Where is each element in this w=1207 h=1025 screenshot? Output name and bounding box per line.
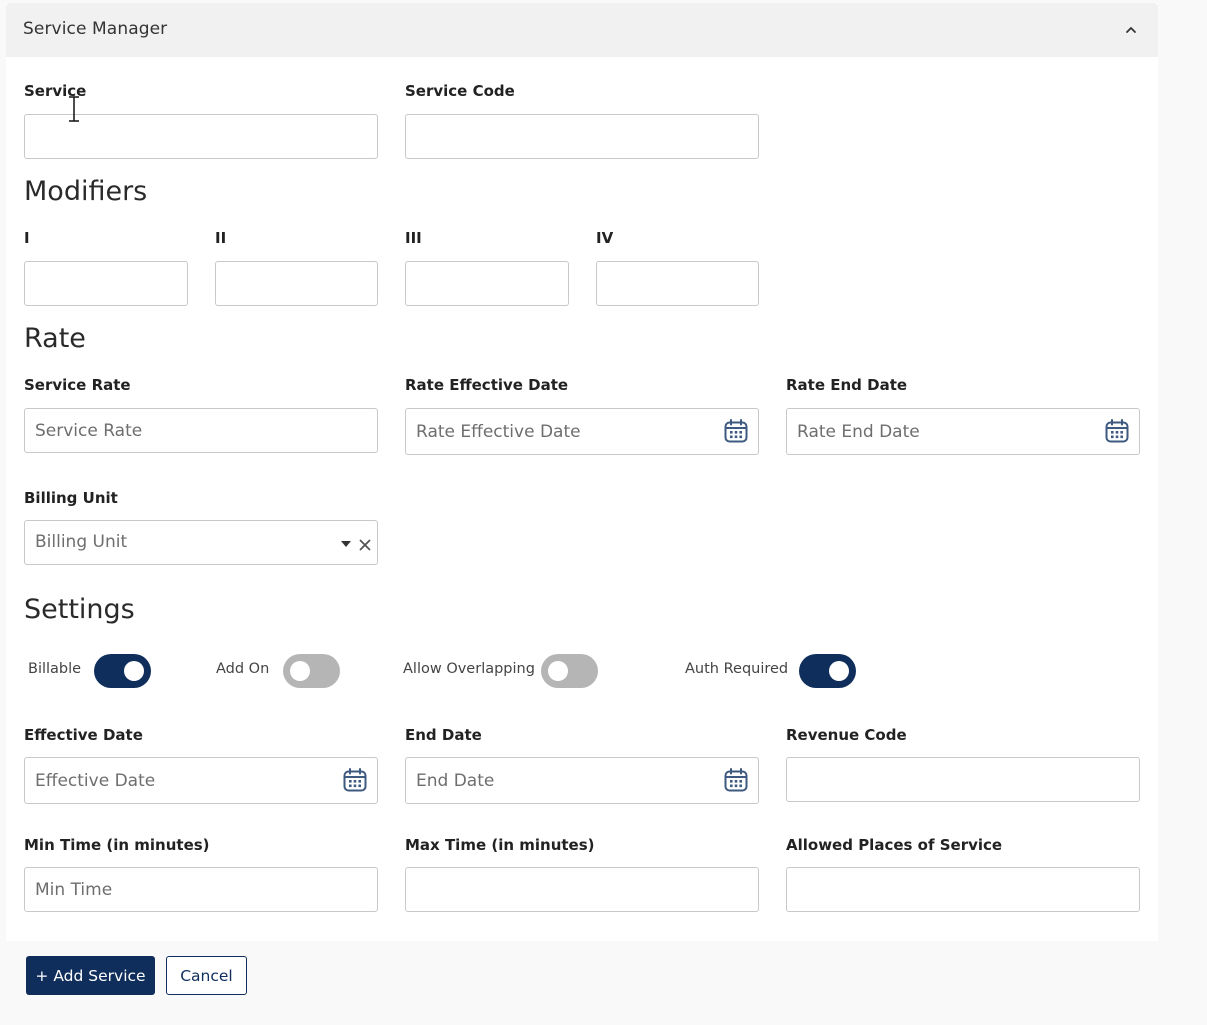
calendar-icon[interactable] xyxy=(723,767,749,793)
modifier-label-4: IV xyxy=(596,229,614,247)
settings-title: Settings xyxy=(24,594,135,625)
modifier-input-1[interactable] xyxy=(24,261,188,306)
rate-effective-date-label: Rate Effective Date xyxy=(405,376,569,394)
add-on-label: Add On xyxy=(216,661,270,677)
auth-required-label: Auth Required xyxy=(685,661,789,677)
allowed-places-input[interactable] xyxy=(786,867,1140,912)
end-date-input[interactable] xyxy=(405,757,759,804)
panel-header[interactable]: Service Manager xyxy=(6,3,1158,57)
calendar-icon[interactable] xyxy=(723,418,749,444)
billing-unit-placeholder: Billing Unit xyxy=(35,532,128,552)
billing-unit-select[interactable]: Billing Unit xyxy=(24,520,378,565)
service-code-label: Service Code xyxy=(405,82,515,100)
add-service-button[interactable]: + Add Service xyxy=(26,956,155,995)
min-time-label: Min Time (in minutes) xyxy=(24,836,210,854)
rate-end-date-input[interactable] xyxy=(786,408,1140,455)
end-date-label: End Date xyxy=(405,726,482,744)
service-rate-input[interactable] xyxy=(24,408,378,453)
caret-down-icon[interactable] xyxy=(341,540,351,548)
allow-overlapping-label: Allow Overlapping xyxy=(403,661,535,677)
billable-label: Billable xyxy=(28,661,82,677)
rate-effective-date-input[interactable] xyxy=(405,408,759,455)
modifier-input-3[interactable] xyxy=(405,261,569,306)
allowed-places-label: Allowed Places of Service xyxy=(786,836,1003,854)
rate-title: Rate xyxy=(24,323,86,354)
modifiers-title: Modifiers xyxy=(24,176,148,207)
modifier-label-3: III xyxy=(405,229,422,247)
chevron-up-icon[interactable] xyxy=(1124,23,1138,37)
max-time-input[interactable] xyxy=(405,867,759,912)
effective-date-label: Effective Date xyxy=(24,726,143,744)
min-time-input[interactable] xyxy=(24,867,378,912)
calendar-icon[interactable] xyxy=(342,767,368,793)
calendar-icon[interactable] xyxy=(1104,418,1130,444)
modifier-input-2[interactable] xyxy=(215,261,378,306)
max-time-label: Max Time (in minutes) xyxy=(405,836,595,854)
close-icon[interactable] xyxy=(359,539,371,551)
revenue-code-label: Revenue Code xyxy=(786,726,907,744)
billable-toggle[interactable] xyxy=(94,654,151,688)
modifier-label-2: II xyxy=(215,229,227,247)
auth-required-toggle[interactable] xyxy=(799,654,856,688)
service-code-input[interactable] xyxy=(405,114,759,159)
revenue-code-input[interactable] xyxy=(786,757,1140,802)
service-label: Service xyxy=(24,82,87,100)
cancel-button[interactable]: Cancel xyxy=(166,956,247,995)
modifier-label-1: I xyxy=(24,229,30,247)
allow-overlapping-toggle[interactable] xyxy=(541,654,598,688)
service-rate-label: Service Rate xyxy=(24,376,131,394)
billing-unit-label: Billing Unit xyxy=(24,489,118,507)
panel-title: Service Manager xyxy=(23,19,168,39)
service-input[interactable] xyxy=(24,114,378,159)
effective-date-input[interactable] xyxy=(24,757,378,804)
rate-end-date-label: Rate End Date xyxy=(786,376,908,394)
add-on-toggle[interactable] xyxy=(283,654,340,688)
modifier-input-4[interactable] xyxy=(596,261,759,306)
